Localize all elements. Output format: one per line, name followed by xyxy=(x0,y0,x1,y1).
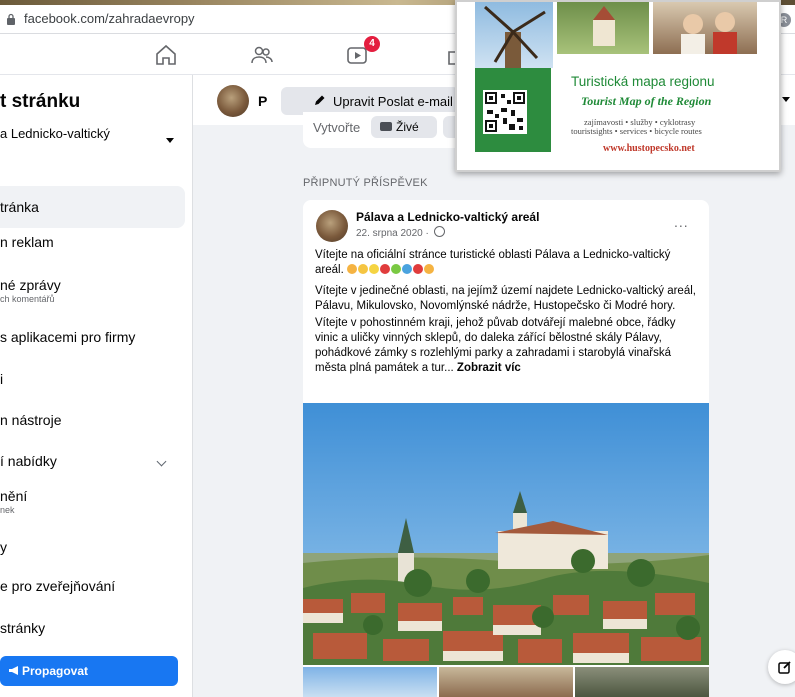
ad-subtitle: Tourist Map of the Region xyxy=(581,94,712,108)
thumbnail-2[interactable] xyxy=(439,667,573,697)
video-camera-icon xyxy=(380,122,392,131)
create-text: Vytvořte xyxy=(313,120,361,135)
pencil-icon xyxy=(315,95,325,105)
sidebar-item-page[interactable]: tránka xyxy=(0,186,185,228)
sidebar-item-settings[interactable]: nění nek xyxy=(0,488,185,515)
emoji-8 xyxy=(423,264,434,274)
new-message-button[interactable] xyxy=(768,650,795,684)
sidebar-item-page-settings[interactable]: stránky xyxy=(0,620,185,636)
page-avatar[interactable] xyxy=(217,85,249,117)
windmill-photo xyxy=(475,2,553,68)
thumbnail-3[interactable] xyxy=(575,667,709,697)
groups-icon[interactable] xyxy=(250,44,274,66)
chapel-photo xyxy=(557,2,649,54)
caret-down-icon[interactable] xyxy=(166,138,174,143)
emoji-row xyxy=(346,264,435,276)
lock-icon xyxy=(7,13,15,25)
home-icon[interactable] xyxy=(154,44,178,66)
sidebar-item-tools[interactable]: n nástroje xyxy=(0,412,185,428)
sidebar-title: t stránku xyxy=(0,91,81,112)
see-more-link[interactable]: Zobrazit víc xyxy=(457,362,521,374)
promote-button[interactable]: Propagovat xyxy=(0,656,178,686)
sidebar-item-5[interactable]: i xyxy=(0,371,185,387)
post-date[interactable]: 22. srpna 2020 · xyxy=(356,226,445,239)
sidebar-page-selector[interactable]: a Lednicko-valtický xyxy=(0,125,150,142)
live-button[interactable]: Živé xyxy=(371,116,437,138)
ad-title: Turistická mapa regionu xyxy=(571,74,715,89)
edit-send-email-button[interactable]: Upravit Poslat e-mail xyxy=(281,87,459,115)
post-author[interactable]: Pálava a Lednicko-valtický areál xyxy=(356,210,539,224)
megaphone-icon xyxy=(9,666,18,675)
sidebar-item-publishing[interactable]: e pro zveřejňování xyxy=(0,578,185,594)
emoji-1 xyxy=(346,264,357,274)
sidebar-item-ads[interactable]: n reklam xyxy=(0,234,185,251)
ad-url[interactable]: www.hustopecsko.net xyxy=(603,143,695,154)
compose-icon xyxy=(778,661,791,674)
sidebar-item-business-apps[interactable]: s aplikacemi pro firmy xyxy=(0,329,185,345)
emoji-4 xyxy=(379,264,390,274)
qr-code-icon[interactable] xyxy=(483,90,527,134)
more-options-icon[interactable]: ... xyxy=(674,214,689,230)
thumbnail-1[interactable] xyxy=(303,667,437,697)
url-text[interactable]: facebook.com/zahradaevropy xyxy=(24,11,195,26)
globe-icon xyxy=(433,226,445,237)
page-name-initial[interactable]: P xyxy=(258,93,267,109)
emoji-3 xyxy=(368,264,379,274)
post-text: Vítejte na oficiální stránce turistické … xyxy=(315,249,696,374)
ad-line-en: touristsights • services • bicycle route… xyxy=(571,126,702,136)
pinned-post-label: PŘIPNUTÝ PŘÍSPĚVEK xyxy=(303,177,428,189)
sidebar-item-9[interactable]: y xyxy=(0,539,185,555)
pinned-post: Pálava a Lednicko-valtický areál 22. srp… xyxy=(303,200,709,697)
emoji-2 xyxy=(357,264,368,274)
emoji-6 xyxy=(401,264,412,274)
tourist-map-ad-overlay[interactable]: Turistická mapa regionu Tourist Map of t… xyxy=(455,0,781,172)
post-photo-thumbnails xyxy=(303,667,709,697)
page-sidebar: t stránku a Lednicko-valtický tránka n r… xyxy=(0,75,193,697)
notification-badge: 4 xyxy=(364,36,380,52)
folk-costume-photo xyxy=(653,2,757,54)
emoji-5 xyxy=(390,264,401,274)
caret-down-icon[interactable] xyxy=(782,97,790,102)
post-photo[interactable] xyxy=(303,403,709,665)
emoji-7 xyxy=(412,264,423,274)
sidebar-item-messages[interactable]: né zprávy ch komentářů xyxy=(0,277,185,304)
post-author-avatar[interactable] xyxy=(316,210,348,242)
